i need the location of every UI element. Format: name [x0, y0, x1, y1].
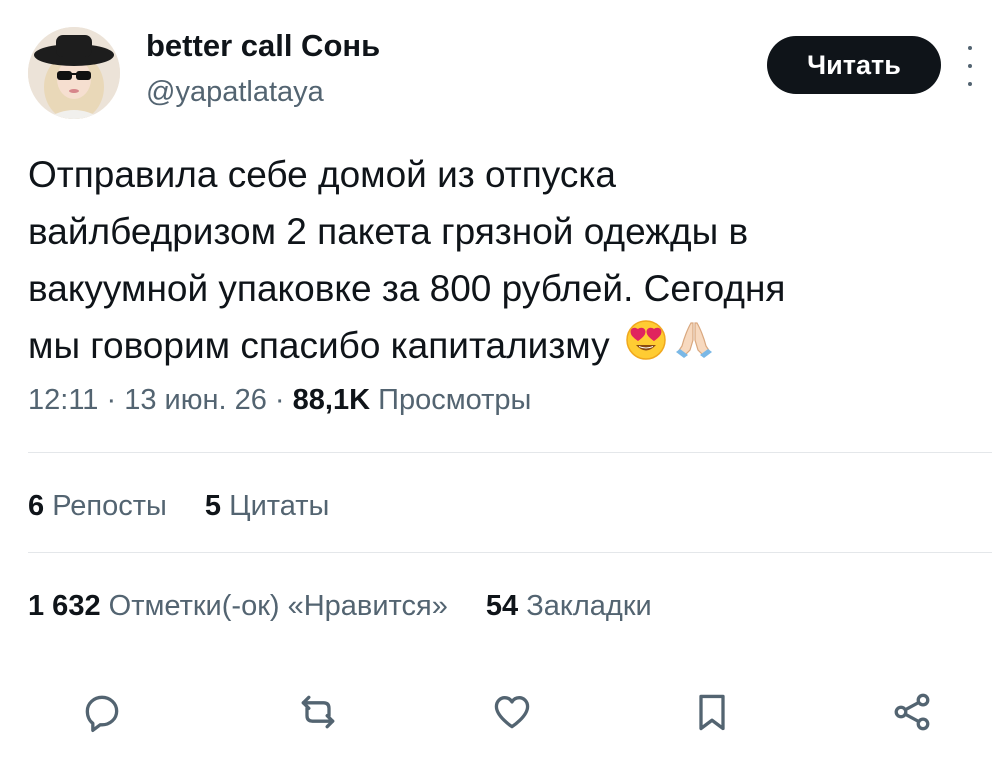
folded-hands-emoji: [672, 318, 716, 378]
stats-row-likes: 1 632 Отметки(-ок) «Нравится» 54 Закладк…: [28, 590, 682, 623]
more-dot: [968, 64, 972, 68]
heart-eyes-emoji: [624, 318, 668, 378]
reposts-label: Репосты: [52, 490, 167, 522]
tweet-meta: 12:11 · 13 июн. 26 · 88,1K Просмотры: [28, 384, 531, 417]
meta-separator: ·: [98, 384, 125, 416]
views-count[interactable]: 88,1K: [293, 384, 370, 416]
more-options-icon[interactable]: [958, 44, 982, 88]
likes-label: Отметки(-ок) «Нравится»: [108, 590, 448, 622]
reposts-count: 6: [28, 490, 45, 522]
tweet-text: Отправила себе домой из отпуска вайлбедр…: [28, 146, 978, 378]
more-dot: [968, 46, 972, 50]
tweet-line: Отправила себе домой из отпуска: [28, 154, 616, 195]
author-handle[interactable]: @yapatlataya: [146, 76, 324, 109]
author-display-name[interactable]: better call Сонь: [146, 28, 380, 64]
reply-icon[interactable]: [74, 684, 130, 740]
bookmarks-stat[interactable]: 54 Закладки: [486, 590, 652, 622]
read-button[interactable]: Читать: [767, 36, 941, 94]
more-dot: [968, 82, 972, 86]
tweet-date[interactable]: 13 июн. 26: [124, 384, 267, 416]
likes-count: 1 632: [28, 590, 101, 622]
tweet-time[interactable]: 12:11: [28, 384, 98, 416]
share-icon[interactable]: [884, 684, 940, 740]
like-icon[interactable]: [484, 684, 540, 740]
tweet-line-last: мы говорим спасибо капитализму: [28, 317, 978, 378]
stats-row-reposts: 6 Репосты 5 Цитаты: [28, 490, 359, 523]
reposts-stat[interactable]: 6 Репосты: [28, 490, 167, 522]
divider: [28, 552, 992, 553]
bookmarks-label: Закладки: [526, 590, 652, 622]
quotes-label: Цитаты: [229, 490, 330, 522]
views-label[interactable]: Просмотры: [378, 384, 531, 416]
bookmarks-count: 54: [485, 590, 519, 622]
divider: [28, 452, 992, 453]
tweet-line-text: мы говорим спасибо капитализму: [28, 325, 610, 366]
quotes-count: 5: [204, 490, 222, 522]
likes-stat[interactable]: 1 632 Отметки(-ок) «Нравится»: [28, 590, 448, 622]
avatar[interactable]: [28, 27, 120, 119]
bookmark-icon[interactable]: [684, 684, 740, 740]
quotes-stat[interactable]: 5 Цитаты: [205, 490, 329, 522]
tweet-line: вакуумной упаковке за 800 рублей. Сегодн…: [28, 268, 786, 309]
meta-separator: ·: [266, 384, 293, 416]
tweet-line: вайлбедризом 2 пакета грязной одежды в: [28, 211, 749, 252]
repost-icon[interactable]: [290, 684, 346, 740]
action-bar: [0, 684, 1008, 740]
avatar-image: [28, 27, 120, 119]
